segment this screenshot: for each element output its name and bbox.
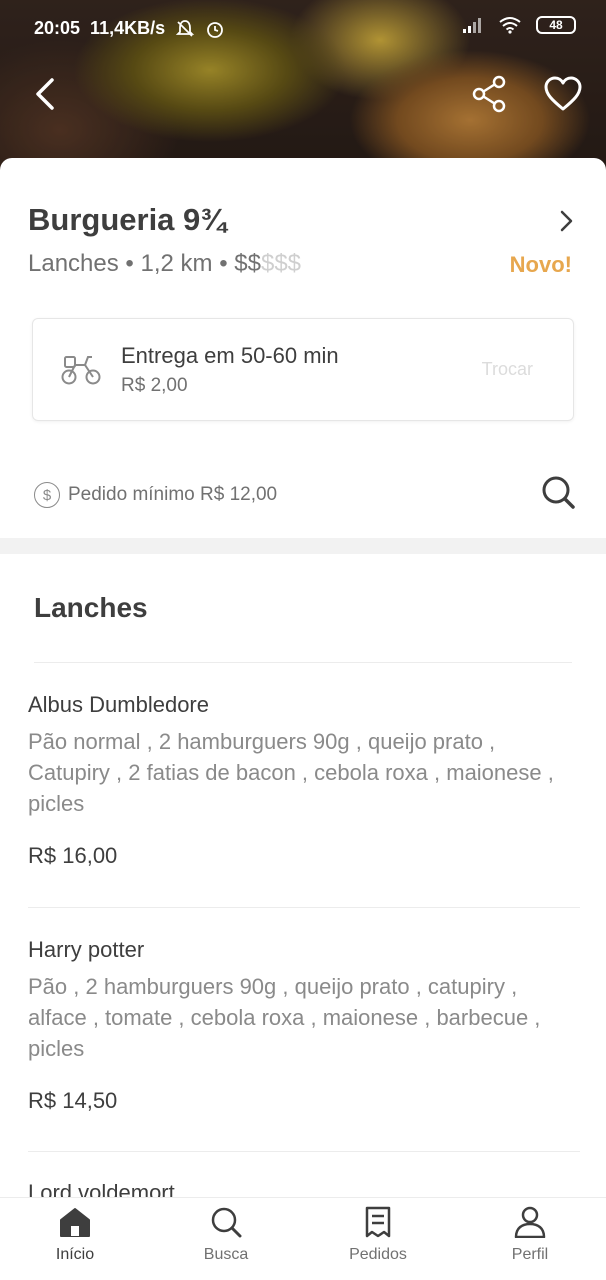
divider bbox=[28, 1151, 580, 1152]
search-icon bbox=[542, 476, 575, 509]
menu-item-price: R$ 14,50 bbox=[28, 1088, 118, 1113]
menu-item-name: Harry potter bbox=[28, 937, 145, 962]
nav-profile[interactable]: Perfil bbox=[470, 1206, 590, 1276]
nav-orders-label: Pedidos bbox=[349, 1246, 407, 1263]
store-details-button[interactable] bbox=[556, 208, 576, 234]
home-icon bbox=[60, 1208, 90, 1237]
delivery-option-card[interactable]: Entrega em 50-60 min R$ 2,00 Trocar bbox=[32, 318, 574, 421]
chevron-left-icon bbox=[36, 78, 54, 110]
alarm-icon bbox=[207, 21, 224, 38]
menu-item-name: Albus Dumbledore bbox=[28, 692, 209, 717]
menu-item-description: Pão normal , 2 hamburguers 90g , queijo … bbox=[28, 729, 554, 816]
receipt-icon bbox=[365, 1206, 391, 1238]
new-store-badge: Novo! bbox=[509, 252, 572, 277]
store-category: Lanches bbox=[28, 250, 119, 277]
price-level-inactive: $$$ bbox=[260, 250, 302, 277]
user-icon bbox=[514, 1206, 546, 1238]
divider bbox=[34, 662, 572, 663]
menu-section-title: Lanches bbox=[34, 592, 148, 623]
change-delivery-button[interactable]: Trocar bbox=[482, 359, 533, 380]
nav-search-label: Busca bbox=[203, 1246, 249, 1263]
share-button[interactable] bbox=[470, 74, 510, 114]
bottom-navigation: Início Busca Pedidos Perfil bbox=[0, 1197, 606, 1280]
menu-item[interactable]: Albus Dumbledore Pão normal , 2 hamburgu… bbox=[28, 690, 580, 869]
menu-item[interactable]: Harry potter Pão , 2 hamburguers 90g , q… bbox=[28, 935, 580, 1114]
delivery-fee: R$ 2,00 bbox=[121, 375, 188, 396]
menu-item-description: Pão , 2 hamburguers 90g , queijo prato ,… bbox=[28, 974, 541, 1061]
price-level-active: $$ bbox=[234, 250, 261, 277]
share-icon bbox=[472, 75, 506, 113]
status-bar: 20:05 11,4KB/s 48 bbox=[0, 14, 606, 44]
wifi-icon bbox=[499, 17, 521, 34]
dollar-circle-icon: $ bbox=[34, 482, 60, 508]
store-name[interactable]: Burgueria 9¾ bbox=[28, 202, 226, 238]
chevron-right-icon bbox=[560, 210, 573, 232]
heart-icon bbox=[544, 76, 582, 111]
store-meta: Lanches • 1,2 km • $$$$$ bbox=[28, 250, 301, 278]
nav-profile-label: Perfil bbox=[511, 1246, 549, 1263]
meta-separator: • bbox=[125, 250, 141, 277]
section-divider bbox=[0, 538, 606, 554]
nav-home[interactable]: Início bbox=[15, 1206, 135, 1276]
status-speed: 11,4KB/s bbox=[90, 18, 166, 38]
store-cover-image: 20:05 11,4KB/s 48 bbox=[0, 0, 606, 175]
store-info-card: Burgueria 9¾ Lanches • 1,2 km • $$$$$ No… bbox=[0, 158, 606, 538]
delivery-time: Entrega em 50-60 min bbox=[121, 343, 339, 368]
favorite-button[interactable] bbox=[542, 74, 584, 114]
nav-home-label: Início bbox=[55, 1246, 95, 1263]
motorcycle-icon bbox=[61, 356, 101, 385]
divider bbox=[28, 907, 580, 908]
back-button[interactable] bbox=[30, 74, 66, 114]
nav-orders[interactable]: Pedidos bbox=[318, 1206, 438, 1276]
battery-indicator: 48 bbox=[536, 16, 576, 34]
meta-separator: • bbox=[219, 250, 235, 277]
search-icon bbox=[211, 1207, 242, 1238]
menu-item-price: R$ 16,00 bbox=[28, 843, 118, 868]
minimum-order-text: Pedido mínimo R$ 12,00 bbox=[68, 484, 278, 505]
notifications-muted-icon bbox=[175, 19, 195, 37]
battery-level: 48 bbox=[549, 18, 563, 32]
nav-search[interactable]: Busca bbox=[166, 1206, 286, 1276]
store-distance: 1,2 km bbox=[140, 250, 213, 277]
menu-search-button[interactable] bbox=[540, 474, 576, 512]
minimum-order: $ Pedido mínimo R$ 12,00 bbox=[34, 482, 277, 508]
status-time: 20:05 bbox=[34, 18, 81, 38]
signal-icon bbox=[463, 18, 481, 33]
